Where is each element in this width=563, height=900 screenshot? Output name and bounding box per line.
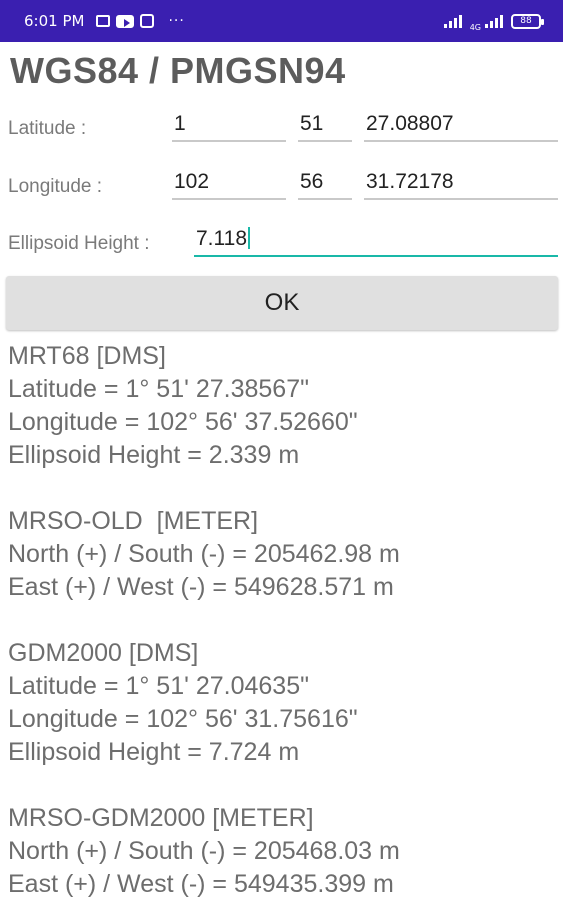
overflow-dots-icon: ··· [168,13,185,29]
ok-button[interactable]: OK [6,276,558,330]
longitude-seconds-input[interactable]: 31.72178 [364,162,558,200]
battery-level: 88 [520,16,532,26]
ellipsoid-height-row: Ellipsoid Height : 7.118 [0,219,563,259]
ellipsoid-height-value: 7.118 [196,227,247,250]
youtube-icon [116,14,135,28]
mrso-old-north: North (+) / South (-) = 205462.98 m [8,540,400,568]
latitude-minutes-input[interactable]: 51 [298,104,352,142]
longitude-row: Longitude : 102 56 31.72178 [0,162,563,202]
latitude-degrees-input[interactable]: 1 [172,104,286,142]
longitude-label: Longitude : [8,176,103,197]
status-icons-right: 4G 88 [443,11,544,32]
network-type-label: 4G [469,22,481,32]
status-time: 6:01 PM [24,12,85,30]
mrso-gdm2000-north: North (+) / South (-) = 205468.03 m [8,837,400,865]
text-cursor [248,227,250,249]
mrt68-latitude: Latitude = 1° 51' 27.38567" [8,375,309,403]
gdm2000-latitude: Latitude = 1° 51' 27.04635" [8,672,309,700]
mrt68-longitude: Longitude = 102° 56' 37.52660" [8,408,358,436]
results-panel: MRT68 [DMS] Latitude = 1° 51' 27.38567" … [8,340,400,900]
latitude-label: Latitude : [8,118,87,139]
gdm2000-longitude: Longitude = 102° 56' 31.75616" [8,705,358,733]
mrso-gdm2000-east: East (+) / West (-) = 549435.399 m [8,870,394,898]
ellipsoid-height-input[interactable]: 7.118 [194,219,558,257]
latitude-row: Latitude : 1 51 27.08807 [0,104,563,144]
status-bar: 6:01 PM ··· 4G 88 [0,0,563,42]
latitude-seconds-input[interactable]: 27.08807 [364,104,558,142]
mrso-gdm2000-header: MRSO-GDM2000 [METER] [8,804,314,832]
signal-icon [443,14,462,28]
mrt68-height: Ellipsoid Height = 2.339 m [8,441,300,469]
message-icon [96,15,111,27]
page-title: WGS84 / PMGSN94 [10,50,346,91]
signal-2-icon [485,14,503,28]
status-icons-left: ··· [96,13,184,29]
mrt68-header: MRT68 [DMS] [8,342,166,370]
mrso-old-east: East (+) / West (-) = 549628.571 m [8,573,394,601]
battery-icon: 88 [511,13,544,29]
gdm2000-height: Ellipsoid Height = 7.724 m [8,738,300,766]
longitude-degrees-input[interactable]: 102 [172,162,286,200]
mrso-old-header: MRSO-OLD [METER] [8,507,259,535]
ellipsoid-height-label: Ellipsoid Height : [8,233,150,254]
gdm2000-header: GDM2000 [DMS] [8,639,199,667]
app-icon [140,14,155,28]
longitude-minutes-input[interactable]: 56 [298,162,352,200]
